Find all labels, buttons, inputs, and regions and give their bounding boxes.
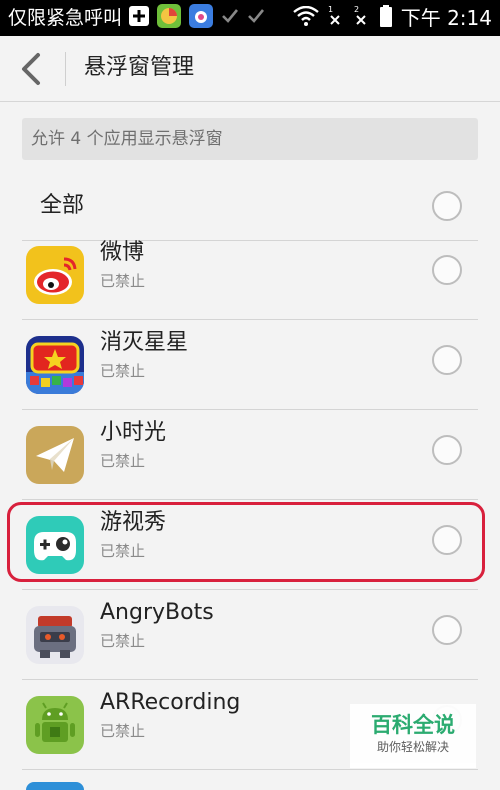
- app-status: 已禁止: [100, 722, 146, 740]
- back-arrow-icon: [22, 53, 40, 85]
- sim2-label: 2: [354, 5, 359, 14]
- app-name: AngryBots: [100, 600, 214, 625]
- android-icon: [26, 696, 84, 754]
- wifi-icon: [292, 5, 319, 30]
- allowed-count-info: 允许 4 个应用显示悬浮窗: [22, 118, 478, 160]
- plus-box-icon: [128, 5, 150, 31]
- app-toggle-radio[interactable]: [432, 435, 462, 465]
- app-icon: [156, 3, 182, 33]
- select-all-label: 全部: [40, 193, 85, 218]
- weibo-icon: [26, 246, 84, 304]
- app-name: 消灭星星: [100, 330, 189, 355]
- app-name: 微博: [100, 240, 145, 265]
- app-row-xiaoshiguang[interactable]: 小时光 已禁止: [0, 410, 500, 500]
- app-toggle-radio[interactable]: [432, 255, 462, 285]
- watermark-title: 百科全说: [371, 713, 455, 737]
- check-icon: [220, 6, 240, 30]
- app-status: 已禁止: [100, 632, 146, 650]
- app-row-youshixiu[interactable]: 游视秀 已禁止: [0, 500, 500, 590]
- status-bar: 仅限紧急呼叫 1 2 下午 2:14: [0, 0, 500, 36]
- app-status: 已禁止: [100, 272, 146, 290]
- watermark: 百科全说 助你轻松解决: [350, 704, 476, 768]
- action-bar: 悬浮窗管理: [0, 36, 500, 102]
- page-title: 悬浮窗管理: [84, 55, 195, 80]
- app-row-angrybots[interactable]: AngryBots 已禁止: [0, 590, 500, 680]
- app-row-weibo[interactable]: 微博 已禁止: [0, 230, 500, 320]
- paper-plane-icon: [26, 426, 84, 484]
- app-row-popstar[interactable]: 消灭星星 已禁止: [0, 320, 500, 410]
- app-status: 已禁止: [100, 542, 146, 560]
- next-app-icon: [26, 782, 84, 790]
- battery-icon: [379, 4, 393, 32]
- app-toggle-radio[interactable]: [432, 525, 462, 555]
- back-button[interactable]: [14, 50, 54, 88]
- gamepad-icon: [26, 516, 84, 574]
- app-status: 已禁止: [100, 452, 146, 470]
- carrier-text: 仅限紧急呼叫: [8, 7, 123, 29]
- camera-app-icon: [188, 3, 214, 33]
- app-status: 已禁止: [100, 362, 146, 380]
- app-name: 小时光: [100, 420, 167, 445]
- sim1-label: 1: [328, 5, 333, 14]
- signal-sim2-icon: 2: [353, 4, 371, 32]
- app-toggle-radio[interactable]: [432, 345, 462, 375]
- clock: 下午 2:14: [400, 6, 492, 30]
- app-name: 游视秀: [100, 510, 167, 535]
- signal-sim1-icon: 1: [327, 4, 345, 32]
- app-name: ARRecording: [100, 690, 241, 715]
- select-all-radio[interactable]: [432, 191, 462, 221]
- check-icon: [246, 6, 266, 30]
- header-divider: [65, 52, 66, 86]
- app-toggle-radio[interactable]: [432, 615, 462, 645]
- divider: [22, 769, 478, 770]
- robot-icon: [26, 606, 84, 664]
- watermark-subtitle: 助你轻松解决: [376, 740, 449, 754]
- popstar-icon: [26, 336, 84, 394]
